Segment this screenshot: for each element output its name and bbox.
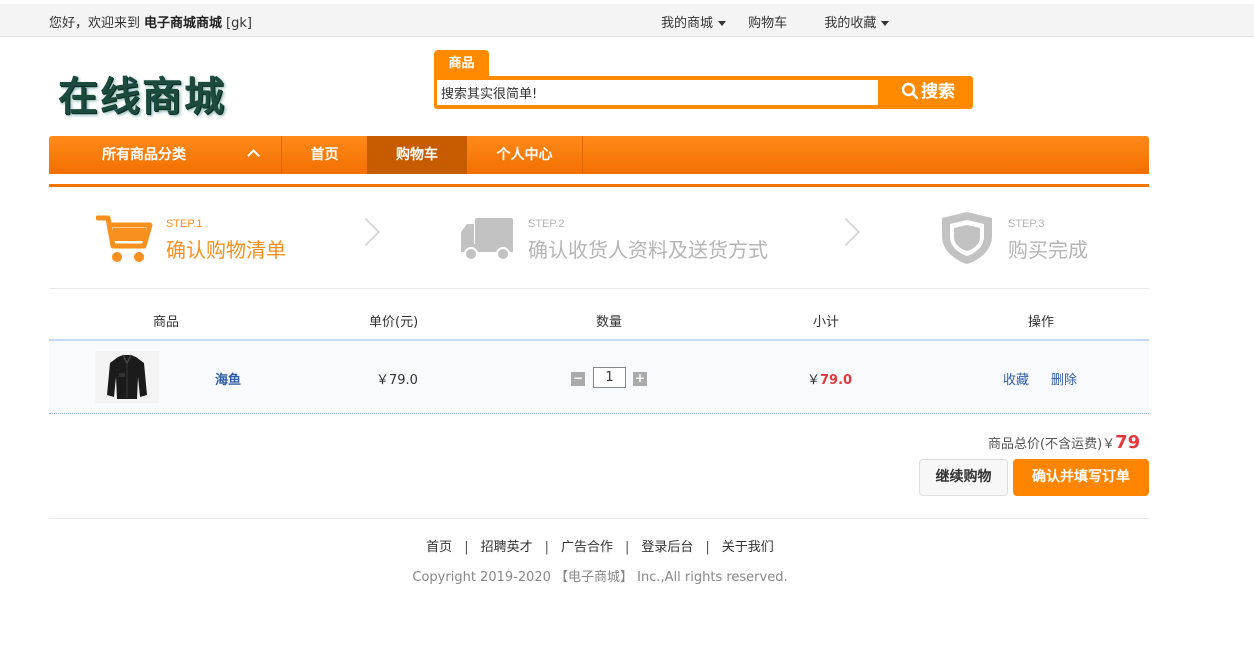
total-value: 79 bbox=[1115, 432, 1141, 453]
footer-link-advertising[interactable]: 广告合作 bbox=[561, 540, 613, 555]
order-total: 商品总价(不含运费)￥79 bbox=[988, 432, 1140, 453]
top-link-my-mall[interactable]: 我的商城 bbox=[661, 12, 727, 31]
footer-separator: | bbox=[464, 540, 469, 555]
shield-icon bbox=[942, 212, 992, 264]
divider bbox=[49, 518, 1149, 519]
top-link-favorites[interactable]: 我的收藏 bbox=[824, 12, 890, 31]
step-label: 购买完成 bbox=[1008, 238, 1088, 262]
search-button[interactable]: 搜索 bbox=[886, 78, 970, 107]
total-label: 商品总价(不含运费)￥ bbox=[988, 437, 1116, 452]
main-nav: 所有商品分类 首页 购物车 个人中心 bbox=[49, 136, 1149, 174]
cart-table-header: 商品 单价(元) 数量 小计 操作 bbox=[49, 300, 1149, 340]
top-link-cart[interactable]: 购物车 bbox=[748, 12, 787, 31]
column-header-quantity: 数量 bbox=[596, 315, 623, 330]
product-name-link[interactable]: 海鱼 bbox=[215, 369, 241, 388]
step-3: STEP.3 购买完成 bbox=[940, 210, 1120, 270]
footer-separator: | bbox=[625, 540, 630, 555]
top-link-label: 我的收藏 bbox=[824, 16, 877, 31]
step-1: STEP.1 确认购物清单 bbox=[96, 210, 316, 270]
nav-item-profile[interactable]: 个人中心 bbox=[467, 136, 582, 174]
continue-shopping-button[interactable]: 继续购物 bbox=[919, 459, 1008, 496]
nav-divider bbox=[582, 136, 583, 174]
chevron-up-icon bbox=[247, 149, 260, 162]
footer-link-admin-login[interactable]: 登录后台 bbox=[641, 540, 693, 555]
favorite-link[interactable]: 收藏 bbox=[1003, 369, 1029, 388]
caret-down-icon bbox=[881, 21, 890, 26]
footer-links: 首页 | 招聘英才 | 广告合作 | 登录后台 | 关于我们 bbox=[0, 536, 1200, 555]
top-links: 我的商城 购物车 我的收藏 bbox=[661, 12, 907, 31]
step-number: STEP.2 bbox=[528, 218, 565, 230]
step-2: STEP.2 确认收货人资料及送货方式 bbox=[459, 210, 799, 270]
step-label: 确认购物清单 bbox=[166, 238, 286, 262]
all-categories-menu[interactable]: 所有商品分类 bbox=[49, 136, 281, 174]
jacket-image bbox=[95, 351, 159, 403]
item-subtotal: ￥79.0 bbox=[807, 369, 852, 388]
column-header-actions: 操作 bbox=[1028, 315, 1055, 330]
column-header-price: 单价(元) bbox=[369, 315, 419, 330]
unit-price: ￥79.0 bbox=[376, 373, 418, 388]
caret-down-icon bbox=[718, 21, 727, 26]
product-thumbnail[interactable] bbox=[95, 351, 159, 403]
nav-item-home[interactable]: 首页 bbox=[282, 136, 367, 174]
cart-item-row: 海鱼 ￥79.0 − 1 + ￥79.0 收藏 删除 bbox=[49, 341, 1149, 414]
chevron-right-icon bbox=[831, 217, 861, 247]
footer-separator: | bbox=[705, 540, 710, 555]
site-logo[interactable]: 在线商城 bbox=[58, 64, 226, 122]
quantity-decrease-button[interactable]: − bbox=[571, 372, 585, 386]
footer-link-about[interactable]: 关于我们 bbox=[722, 540, 774, 555]
step-label: 确认收货人资料及送货方式 bbox=[528, 238, 768, 262]
top-bar: 您好，欢迎来到 电子商城商城 [gk] 我的商城 购物车 我的收藏 bbox=[0, 4, 1254, 37]
greeting: 您好，欢迎来到 电子商城商城 [gk] bbox=[49, 12, 252, 31]
copyright: Copyright 2019-2020 【电子商城】 Inc.,All righ… bbox=[412, 570, 788, 585]
divider bbox=[49, 288, 1149, 289]
subtotal-value: 79.0 bbox=[820, 373, 853, 388]
footer-link-home[interactable]: 首页 bbox=[426, 540, 452, 555]
chevron-right-icon bbox=[351, 217, 381, 247]
step-number: STEP.1 bbox=[166, 218, 203, 230]
search-icon bbox=[901, 82, 919, 100]
search-box: 搜索 bbox=[434, 76, 973, 109]
cart-icon bbox=[96, 215, 153, 262]
column-header-product: 商品 bbox=[153, 315, 180, 330]
username: [gk] bbox=[226, 16, 252, 31]
step-number: STEP.3 bbox=[1008, 218, 1045, 230]
column-header-subtotal: 小计 bbox=[813, 315, 840, 330]
search-tab[interactable]: 商品 bbox=[434, 50, 489, 76]
quantity-increase-button[interactable]: + bbox=[633, 372, 647, 386]
top-link-label: 我的商城 bbox=[661, 16, 714, 31]
confirm-order-button[interactable]: 确认并填写订单 bbox=[1013, 459, 1149, 496]
all-categories-label: 所有商品分类 bbox=[102, 147, 186, 163]
quantity-input[interactable]: 1 bbox=[593, 367, 626, 388]
footer-separator: | bbox=[544, 540, 549, 555]
nav-item-cart[interactable]: 购物车 bbox=[367, 136, 467, 174]
search-input[interactable] bbox=[437, 80, 878, 105]
currency-symbol: ￥ bbox=[807, 373, 821, 388]
truck-icon bbox=[461, 218, 513, 261]
greeting-text: 您好，欢迎来到 bbox=[49, 16, 141, 31]
search-button-label: 搜索 bbox=[921, 82, 955, 102]
nav-underline bbox=[49, 184, 1149, 187]
footer-link-careers[interactable]: 招聘英才 bbox=[481, 540, 533, 555]
top-link-label: 购物车 bbox=[748, 16, 788, 31]
delete-link[interactable]: 删除 bbox=[1051, 369, 1077, 388]
site-name: 电子商城商城 bbox=[144, 16, 223, 31]
